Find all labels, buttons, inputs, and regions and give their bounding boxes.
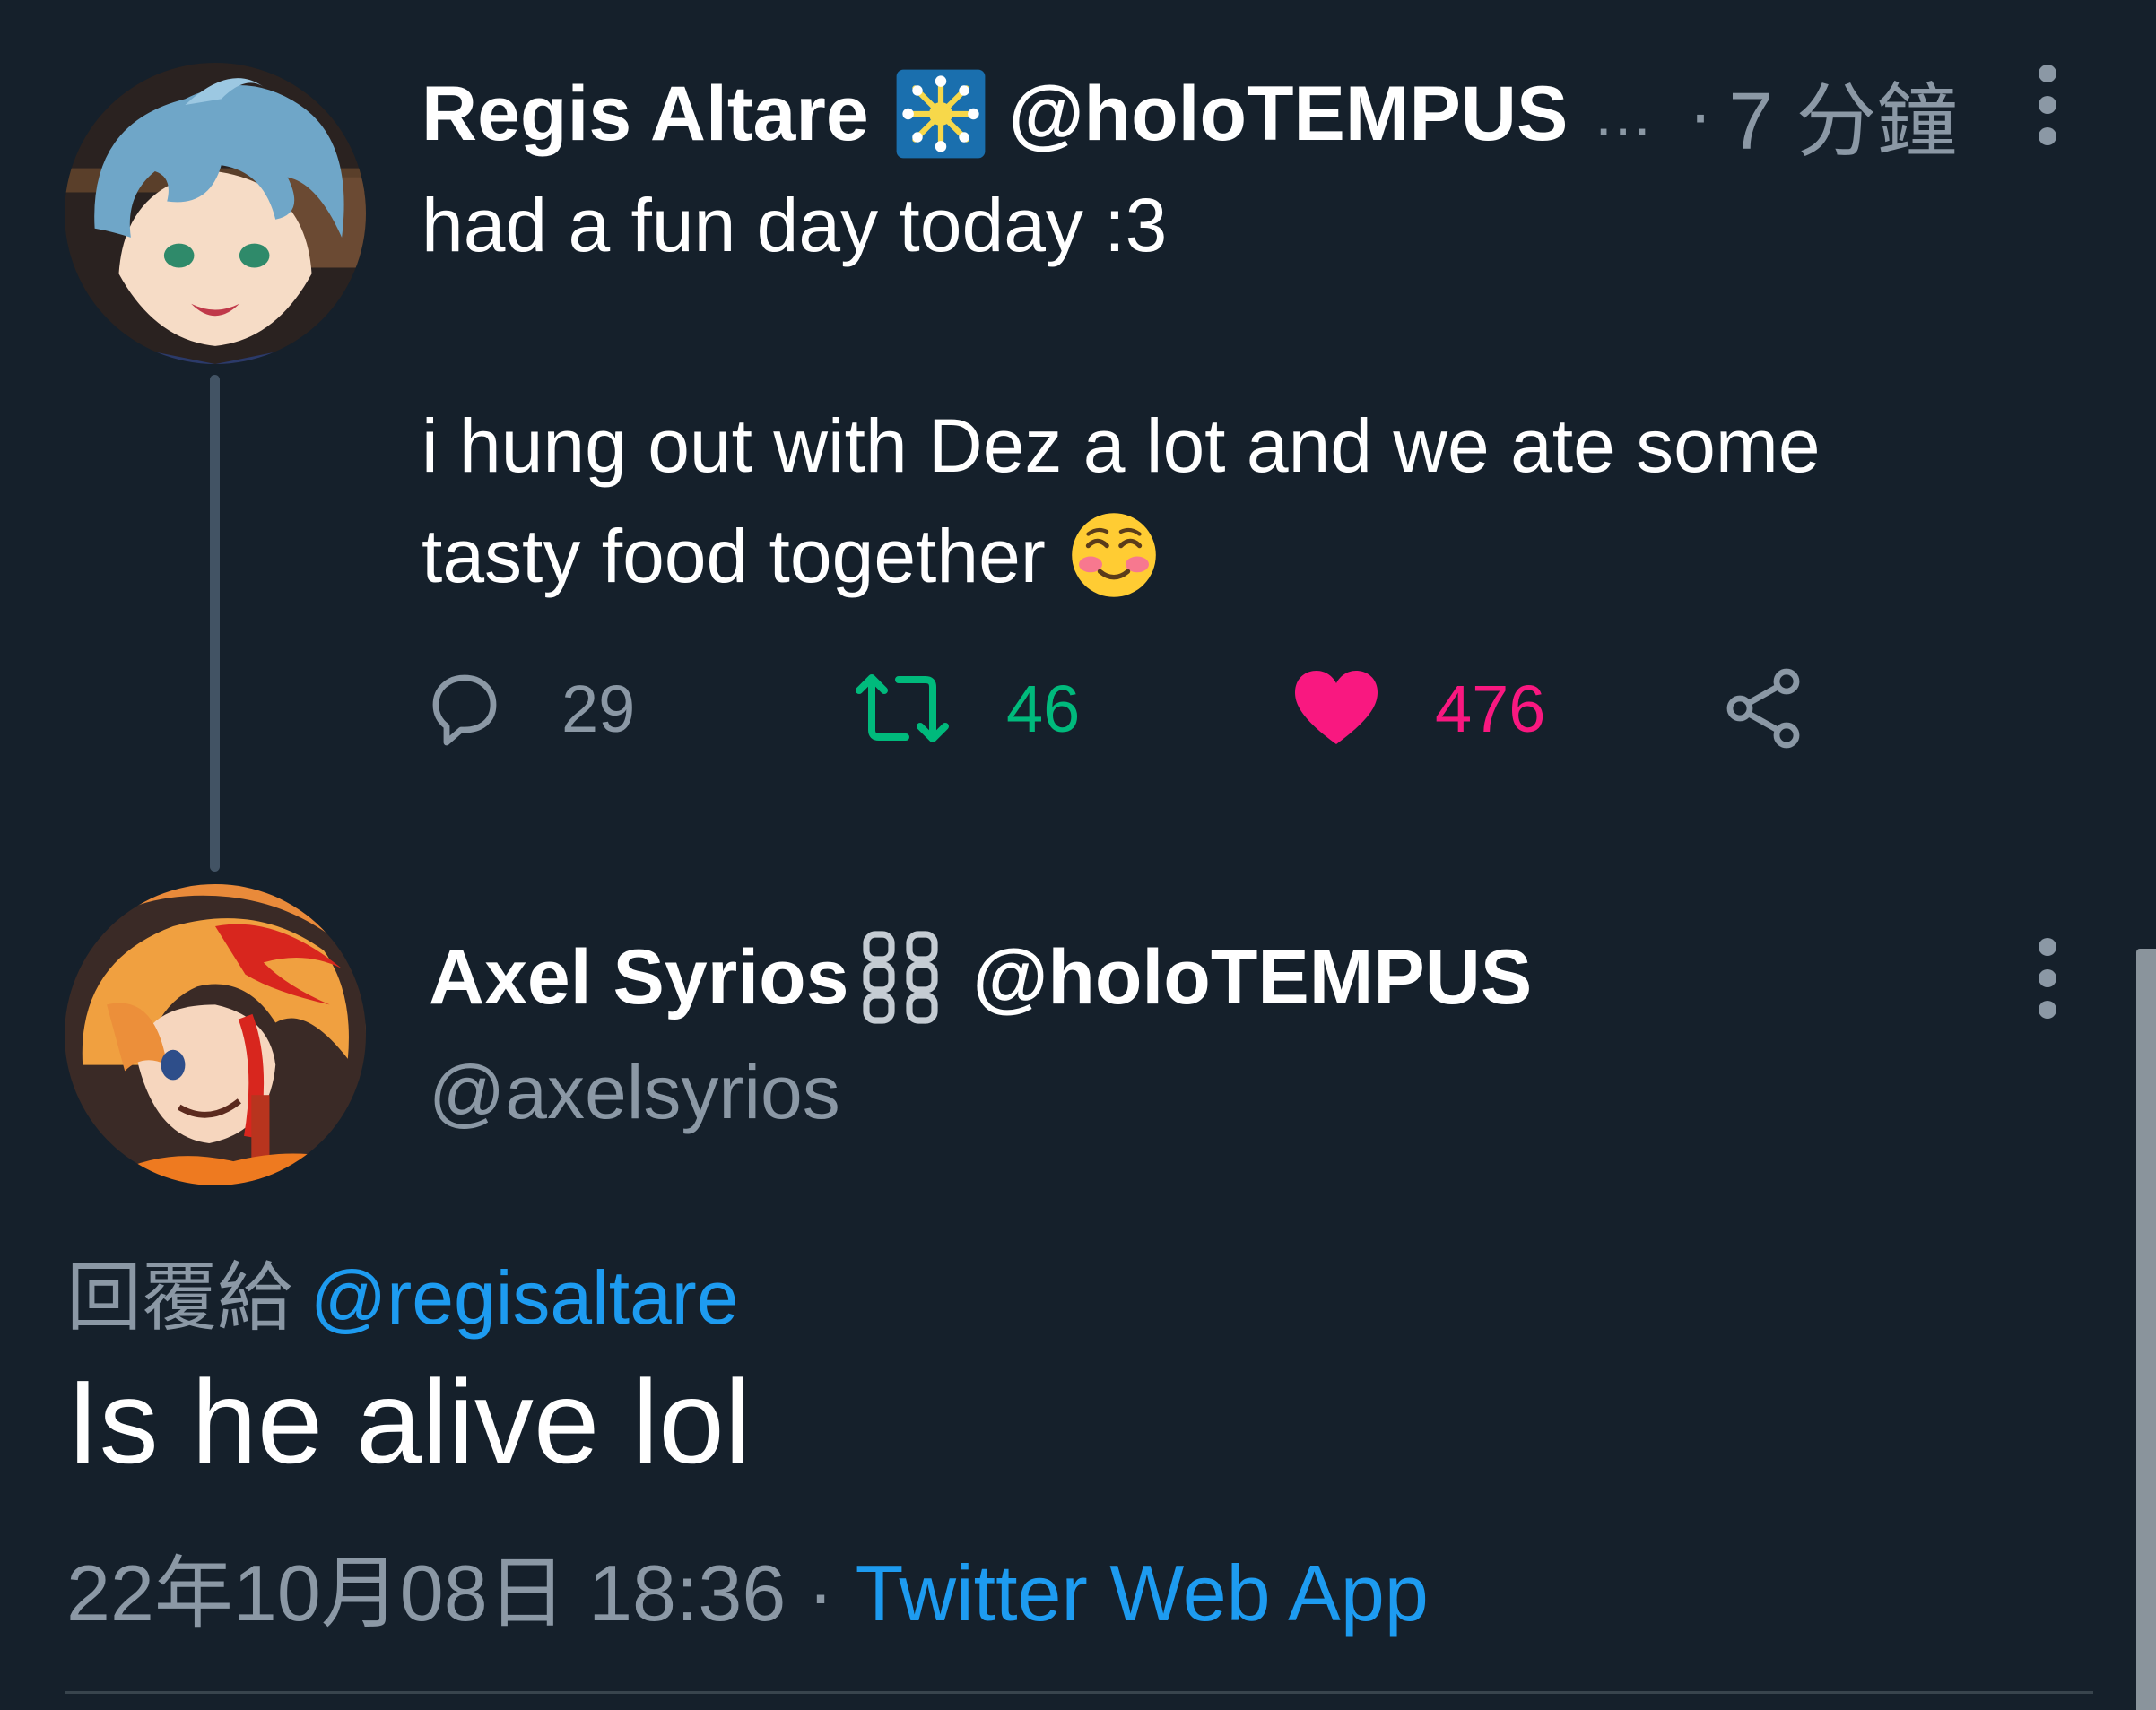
reply-header: Axel Syrios @holoTEMPUS — [429, 924, 1532, 1031]
share-icon — [1726, 668, 1800, 749]
source-app-link[interactable]: Twitter Web App — [856, 1549, 1429, 1637]
tweet-header: Regis Altare @holoTEMPUS ... · 7 分鐘 — [422, 65, 1957, 167]
divider — [65, 1691, 2093, 1694]
truncation-ellipsis: ... — [1595, 79, 1653, 149]
scrollbar[interactable] — [2136, 949, 2156, 1710]
author-handle[interactable]: @axelsyrios — [429, 1049, 840, 1136]
more-options-icon[interactable] — [2034, 938, 2061, 1019]
replying-to-line: 回覆給 @regisaltare — [66, 1237, 738, 1346]
tweet-text-paragraph: i hung out with Dez a lot and we ate som… — [422, 391, 2000, 612]
smiling-face-with-blush-emoji — [1067, 508, 1161, 602]
tweet-datetime[interactable]: 22年10月08日 18:36 — [66, 1549, 786, 1637]
reply-text: Is he alive lol — [66, 1356, 752, 1488]
thread-connector-line — [210, 375, 220, 872]
tweet-body: had a fun day today :3 i hung out with D… — [422, 170, 2000, 612]
affiliate-badge-icon — [894, 67, 987, 161]
like-button[interactable]: 476 — [1291, 664, 1545, 753]
chain-icon — [859, 929, 945, 1026]
relative-timestamp[interactable]: 7 分鐘 — [1728, 56, 1957, 172]
separator-dot: · — [807, 1549, 834, 1637]
axel-avatar-image — [65, 884, 366, 1185]
heart-icon — [1295, 671, 1378, 744]
like-count: 476 — [1435, 671, 1546, 746]
avatar[interactable] — [65, 884, 366, 1185]
reply-count: 29 — [561, 671, 636, 746]
separator-dot: · — [1688, 74, 1713, 153]
regis-avatar-image — [65, 63, 366, 364]
affiliation-handle[interactable]: @holoTEMPUS — [972, 933, 1532, 1022]
tweet-thread-view: Regis Altare @holoTEMPUS ... · 7 分鐘 had … — [0, 0, 2156, 1710]
replying-to-label: 回覆給 — [66, 1255, 293, 1340]
tweet-text-line: had a fun day today :3 — [422, 183, 1168, 267]
affiliation-handle[interactable]: @holoTEMPUS — [1009, 70, 1569, 159]
reply-button[interactable]: 29 — [422, 664, 635, 753]
retweet-count: 46 — [1006, 671, 1081, 746]
share-button[interactable] — [1722, 664, 1808, 753]
tweet-meta: 22年10月08日 18:36 · Twitter Web App — [66, 1530, 1429, 1644]
retweet-button[interactable]: 46 — [852, 664, 1080, 753]
more-options-icon[interactable] — [2034, 65, 2061, 145]
tweet-action-bar: 29 46 476 — [422, 664, 1856, 753]
reply-icon — [432, 674, 497, 746]
author-name[interactable]: Axel Syrios — [429, 933, 848, 1022]
retweet-icon — [856, 674, 949, 742]
author-name[interactable]: Regis Altare — [422, 70, 869, 159]
reply-mention-link[interactable]: @regisaltare — [310, 1255, 738, 1340]
avatar[interactable] — [65, 63, 366, 364]
